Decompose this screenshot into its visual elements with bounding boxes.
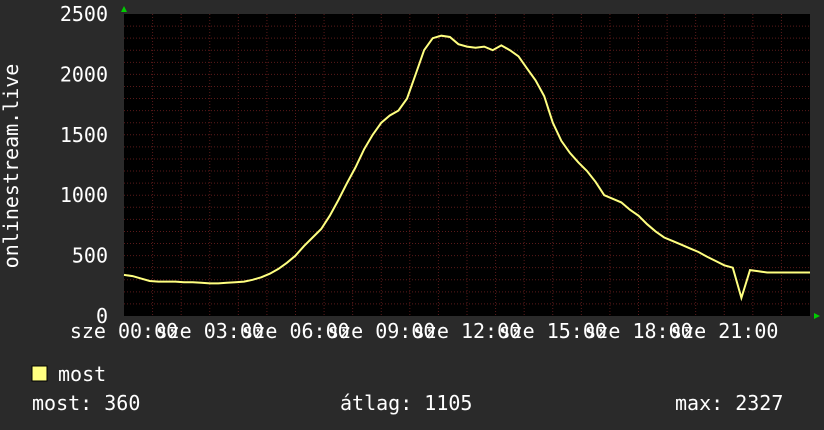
stat-current: most: 360 (32, 391, 140, 415)
legend-swatch (31, 365, 48, 382)
stat-average: átlag: 1105 (340, 391, 472, 415)
y-tick-label: 1500 (60, 123, 108, 147)
stat-max: max: 2327 (675, 391, 783, 415)
chart-container: 0 500 1000 1500 2000 2500 sze 00:00 sze 03:00 s… (0, 0, 824, 430)
line-chart: 05001000150020002500 sze 00:00sze 03:00s… (0, 0, 824, 430)
y-axis-label: onlinestream.live (0, 64, 23, 269)
x-axis-ticks: sze 00:00sze 03:00sze 06:00sze 09:00sze … (70, 319, 779, 343)
legend-label: most (58, 362, 106, 386)
y-tick-label: 2000 (60, 62, 108, 86)
y-tick-label: 1000 (60, 183, 108, 207)
y-tick-label: 500 (72, 244, 108, 268)
y-tick-label: 2500 (60, 2, 108, 26)
x-tick-label: sze 21:00 (670, 319, 778, 343)
